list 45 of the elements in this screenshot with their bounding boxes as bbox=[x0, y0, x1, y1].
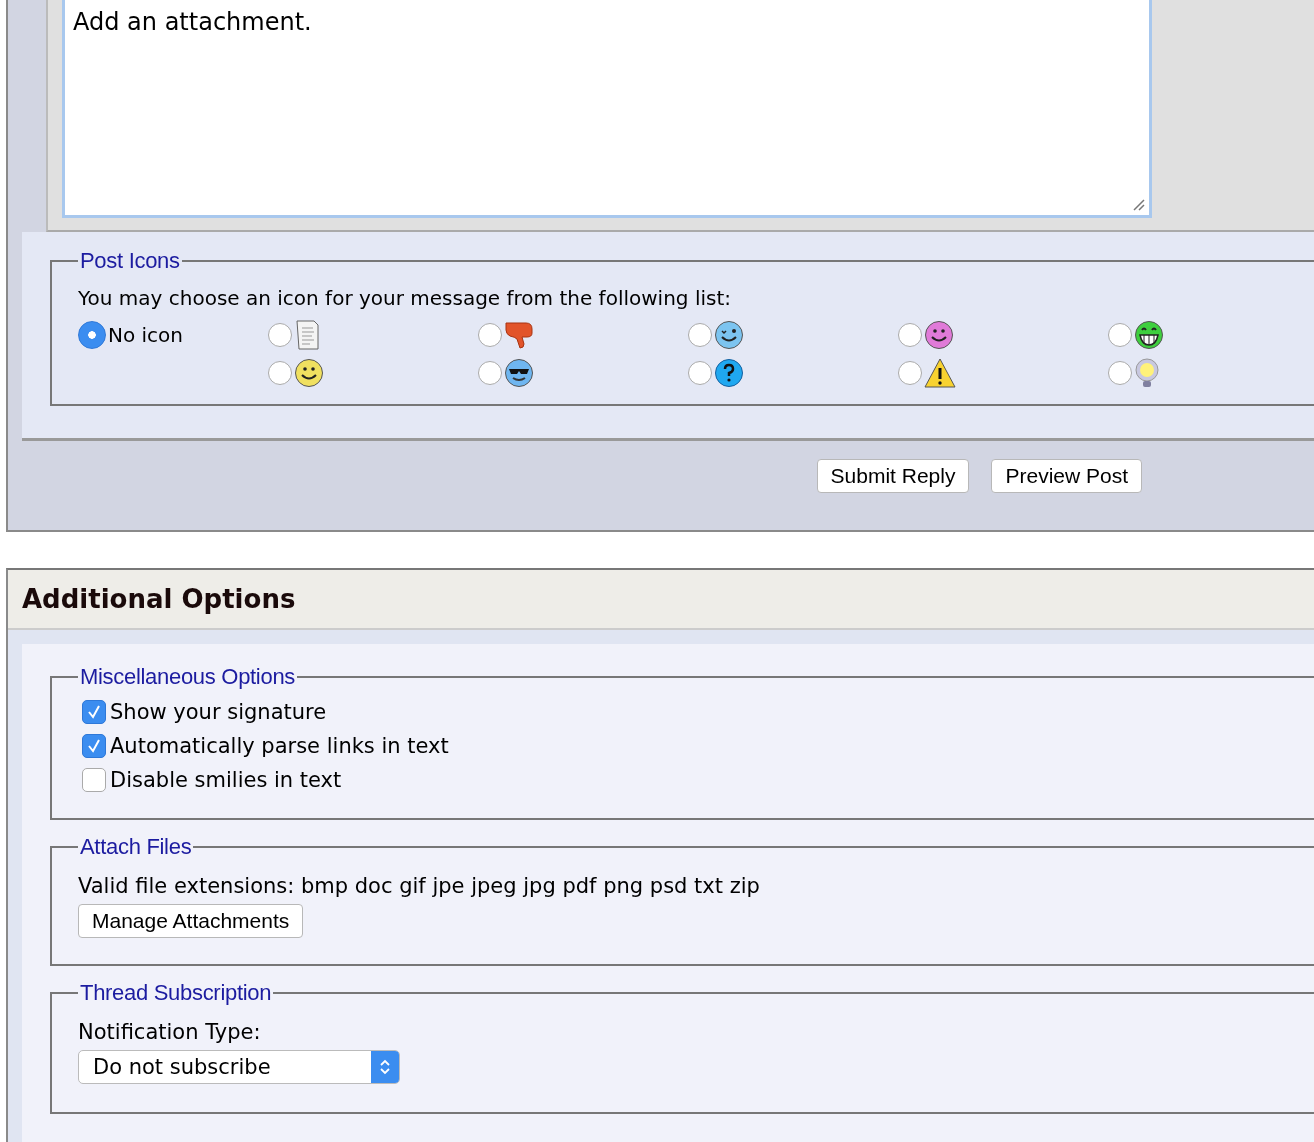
resize-grip-icon[interactable] bbox=[1131, 197, 1145, 211]
radio-button[interactable] bbox=[478, 361, 502, 385]
group-legend: Miscellaneous Options bbox=[78, 664, 298, 690]
form-button[interactable]: Submit Reply bbox=[816, 459, 970, 493]
smiley-face-icon bbox=[924, 320, 954, 350]
radio-label[interactable]: No icon bbox=[108, 323, 184, 347]
checkbox-label[interactable]: Disable smilies in text bbox=[110, 768, 342, 792]
document-icon bbox=[294, 320, 320, 350]
checkmark-icon bbox=[87, 705, 101, 719]
group-legend: Attach Files bbox=[78, 834, 194, 860]
radio-button[interactable] bbox=[268, 323, 292, 347]
checkbox[interactable] bbox=[82, 768, 106, 792]
radio-button[interactable] bbox=[1108, 323, 1132, 347]
up-down-arrows-icon[interactable] bbox=[378, 1057, 392, 1077]
thumbs-down-icon bbox=[504, 320, 534, 350]
checkmark-icon bbox=[87, 739, 101, 753]
radio-button[interactable] bbox=[1108, 361, 1132, 385]
radio-button[interactable] bbox=[688, 361, 712, 385]
sunglasses-face-icon bbox=[504, 358, 534, 388]
notification-type-label: Notification Type: bbox=[78, 1020, 262, 1044]
checkbox[interactable] bbox=[82, 734, 106, 758]
notification-type-select[interactable]: Do not subscribe bbox=[78, 1050, 400, 1084]
form-button[interactable]: Preview Post bbox=[991, 459, 1142, 493]
panel-title: Additional Options bbox=[22, 584, 296, 614]
checkbox-label[interactable]: Show your signature bbox=[110, 700, 327, 724]
message-textarea[interactable]: Add an attachment. bbox=[62, 0, 1152, 218]
grinning-face-icon bbox=[1134, 320, 1164, 350]
radio-button[interactable] bbox=[478, 323, 502, 347]
checkbox[interactable] bbox=[82, 700, 106, 724]
manage-attachments-button[interactable]: Manage Attachments bbox=[78, 904, 304, 938]
winking-face-icon bbox=[714, 320, 744, 350]
post-icons-prompt: You may choose an icon for your message from the following list: bbox=[78, 286, 732, 310]
radio-button[interactable] bbox=[898, 361, 922, 385]
light-bulb-icon bbox=[1134, 358, 1160, 388]
radio-button[interactable] bbox=[268, 361, 292, 385]
group-legend: Post Icons bbox=[78, 248, 182, 274]
checkbox-label[interactable]: Automatically parse links in text bbox=[110, 734, 449, 758]
question-mark-icon bbox=[714, 358, 744, 388]
smiley-face-icon bbox=[294, 358, 324, 388]
radio-button[interactable] bbox=[898, 323, 922, 347]
radio-button[interactable] bbox=[688, 323, 712, 347]
warning-icon bbox=[924, 358, 956, 388]
radio-button[interactable] bbox=[78, 321, 106, 349]
valid-extensions-text: Valid file extensions: bmp doc gif jpe jpeg jpg pdf png psd txt zip bbox=[78, 874, 761, 898]
group-legend: Thread Subscription bbox=[78, 980, 274, 1006]
